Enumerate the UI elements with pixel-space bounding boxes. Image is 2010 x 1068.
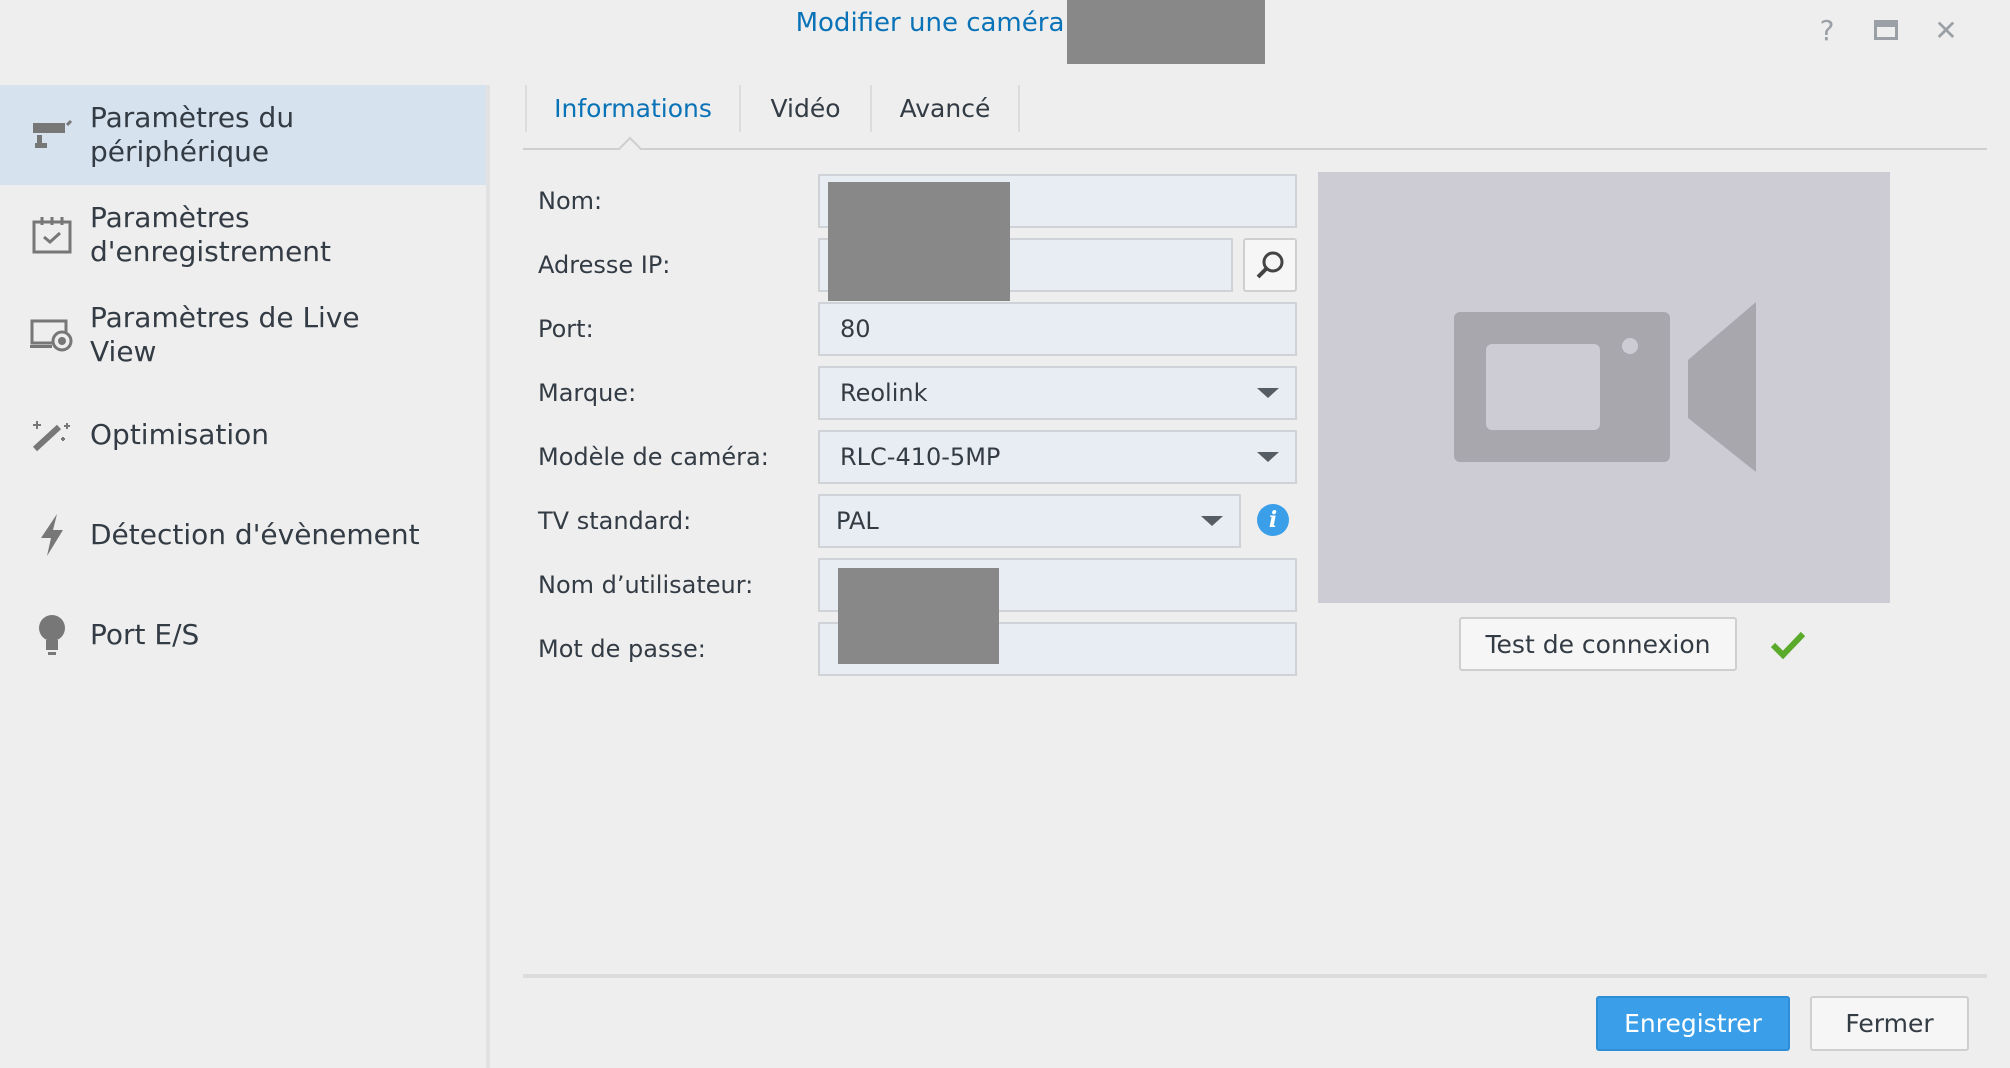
redacted-name-ip (828, 182, 1010, 301)
test-connection-button[interactable]: Test de connexion (1459, 617, 1737, 671)
brand-value: Reolink (840, 379, 928, 407)
footer-divider (523, 974, 1987, 978)
tv-standard-label: TV standard: (538, 507, 692, 535)
redacted-credentials (838, 568, 999, 664)
camera-preview (1318, 172, 1890, 603)
chevron-down-icon (1257, 452, 1279, 462)
port-label: Port: (538, 315, 594, 343)
sidebar-item-label: Paramètres du périphérique (90, 101, 295, 168)
sidebar: Paramètres du périphérique Paramètres d'… (0, 85, 490, 1068)
sidebar-item-liveview-settings[interactable]: Paramètres de Live View (0, 285, 486, 385)
sidebar-item-label: Paramètres de Live View (90, 301, 360, 368)
sidebar-item-label: Port E/S (90, 618, 200, 651)
sidebar-item-event-detection[interactable]: Détection d'évènement (0, 485, 486, 585)
search-icon (1256, 251, 1284, 279)
port-input[interactable]: 80 (818, 302, 1297, 356)
camera-icon (30, 113, 74, 157)
sidebar-item-optimisation[interactable]: Optimisation (0, 385, 486, 485)
close-dialog-button[interactable]: Fermer (1810, 996, 1969, 1051)
sidebar-item-recording-settings[interactable]: Paramètres d'enregistrement (0, 185, 486, 285)
password-label: Mot de passe: (538, 635, 706, 663)
brand-select[interactable]: Reolink (818, 366, 1297, 420)
monitor-camera-icon (30, 313, 74, 357)
brand-label: Marque: (538, 379, 637, 407)
info-icon[interactable]: i (1257, 504, 1289, 536)
sidebar-item-label: Optimisation (90, 418, 270, 451)
tab-divider (523, 148, 1987, 150)
chevron-down-icon (1201, 516, 1223, 526)
video-camera-icon (1454, 302, 1756, 472)
search-ip-button[interactable] (1243, 238, 1297, 292)
model-select[interactable]: RLC-410-5MP (818, 430, 1297, 484)
help-button[interactable]: ? (1809, 12, 1845, 48)
name-label: Nom: (538, 187, 603, 215)
tab-informations[interactable]: Informations (525, 85, 741, 132)
magic-wand-icon (30, 413, 74, 457)
model-value: RLC-410-5MP (840, 443, 1001, 471)
tab-advanced[interactable]: Avancé (872, 85, 1020, 132)
lightbulb-icon (30, 613, 74, 657)
username-label: Nom d’utilisateur: (538, 571, 754, 599)
model-label: Modèle de caméra: (538, 443, 769, 471)
maximize-icon (1874, 20, 1898, 40)
sidebar-item-io-port[interactable]: Port E/S (0, 585, 486, 685)
success-check-icon (1770, 631, 1806, 660)
ip-label: Adresse IP: (538, 251, 671, 279)
tv-standard-value: PAL (836, 507, 879, 535)
tv-standard-select[interactable]: PAL (818, 494, 1241, 548)
calendar-check-icon (30, 213, 74, 257)
sidebar-item-label: Paramètres d'enregistrement (90, 201, 332, 268)
tab-video[interactable]: Vidéo (741, 85, 872, 132)
lightning-icon (30, 513, 74, 557)
save-button[interactable]: Enregistrer (1596, 996, 1790, 1051)
chevron-down-icon (1257, 388, 1279, 398)
sidebar-item-device-settings[interactable]: Paramètres du périphérique (0, 85, 486, 185)
window-title: Modifier une caméra (795, 8, 1065, 38)
active-tab-pointer (618, 136, 642, 160)
maximize-button[interactable] (1868, 12, 1904, 48)
redacted-camera-name (1067, 0, 1265, 64)
close-button[interactable]: ✕ (1928, 12, 1964, 48)
sidebar-item-label: Détection d'évènement (90, 518, 420, 551)
